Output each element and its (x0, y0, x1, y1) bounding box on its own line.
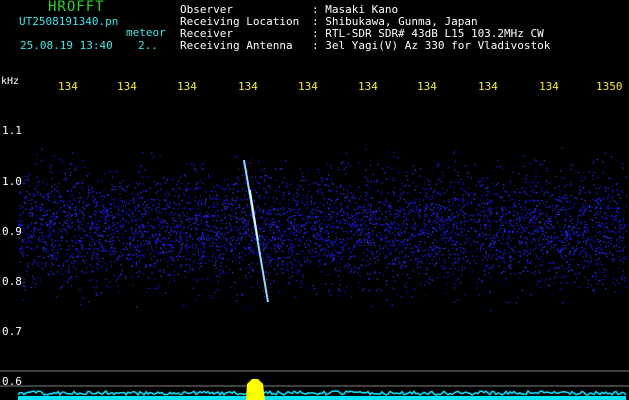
capture-datetime: 25.08.19 13:40 (20, 39, 113, 52)
spectrum-floor (18, 396, 626, 400)
frequency-unit: kHz (1, 76, 20, 87)
time-tick-label: 134 (478, 80, 498, 93)
time-tick-label: 134 (358, 80, 378, 93)
time-tick-label: 134 (177, 80, 197, 93)
time-tick-label: 134 (298, 80, 318, 93)
time-tick-label: 1350 (596, 80, 623, 93)
frequency-tick-label: 1.1 (2, 124, 22, 137)
app-brand: HROFFT (48, 0, 105, 15)
time-tick-label: 134 (417, 80, 437, 93)
frequency-tick-label: 1.0 (2, 175, 22, 188)
time-tick-label: 134 (117, 80, 137, 93)
signal-peak (246, 379, 265, 400)
frequency-tick-label: 0.6 (2, 375, 22, 388)
antenna-label: Receiving Antenna (180, 39, 293, 52)
capture-mode: 2.. (138, 39, 158, 52)
frequency-tick-label: 0.9 (2, 225, 22, 238)
time-tick-label: 134 (539, 80, 559, 93)
frequency-tick-label: 0.7 (2, 325, 22, 338)
frequency-tick-label: 0.8 (2, 275, 22, 288)
antenna-value: : 3el Yagi(V) Az 330 for Vladivostok (312, 39, 551, 52)
spectrum-trace (17, 389, 627, 397)
time-tick-label: 134 (58, 80, 78, 93)
time-tick-label: 134 (238, 80, 258, 93)
waterfall-spectrogram (0, 147, 629, 400)
file-name: UT2508191340.pn (19, 15, 119, 28)
event-tag: meteor (126, 26, 166, 39)
noise-band (18, 147, 628, 312)
